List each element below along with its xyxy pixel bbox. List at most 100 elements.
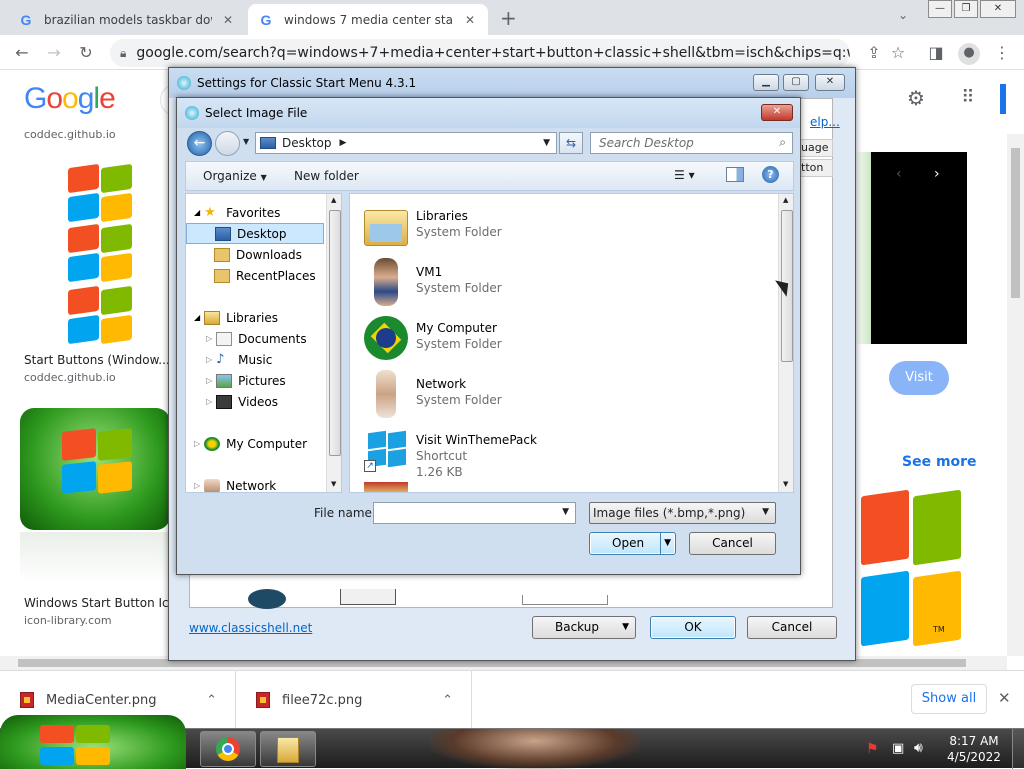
help-icon[interactable]: ? [762, 166, 779, 183]
nav-scrollbar[interactable]: ▲ ▼ [326, 194, 341, 492]
new-folder-button[interactable]: New folder [294, 169, 359, 183]
address-bar[interactable]: 🔒︎ google.com/search?q=windows+7+media+c… [110, 39, 850, 67]
column-header[interactable]: uage [798, 139, 833, 157]
clock[interactable]: 8:17 AM 4/5/2022 [944, 733, 1004, 765]
view-options-icon[interactable]: ☰ ▾ [674, 168, 695, 182]
breadcrumb-arrow-icon[interactable]: ▶ [340, 138, 347, 148]
download-item-filee72c[interactable]: filee72c.png ⌃ [236, 671, 472, 729]
refresh-icon[interactable]: ⇆ [559, 132, 583, 154]
new-tab-button[interactable]: + [500, 6, 517, 30]
result-title[interactable]: Windows Start Button Ic... [24, 596, 180, 610]
result-source[interactable]: coddec.github.io [24, 128, 116, 141]
result-source[interactable]: icon-library.com [24, 614, 112, 627]
tab-search-chevron-icon[interactable]: ⌄ [898, 8, 908, 22]
google-logo[interactable]: Google [24, 82, 116, 116]
settings-gear-icon[interactable]: ⚙ [906, 88, 926, 108]
file-item-visit-winthemepack[interactable]: ↗ Visit WinThemePack Shortcut 1.26 KB [362, 426, 537, 482]
file-item-vm1[interactable]: VM1 System Folder [362, 258, 502, 314]
classicshell-link[interactable]: www.classicshell.net [189, 621, 312, 635]
start-button-preview-icon[interactable] [522, 595, 608, 605]
preview-windows-logo[interactable]: TM [855, 485, 967, 650]
dropdown-arrow-icon[interactable]: ▼ [562, 507, 569, 517]
column-header[interactable]: tton [798, 159, 833, 177]
taskbar-explorer-button[interactable] [260, 731, 316, 767]
file-item-my-computer[interactable]: My Computer System Folder [362, 314, 502, 370]
network-tray-icon[interactable]: ▣ [892, 741, 904, 756]
apps-grid-icon[interactable]: ⠿ [958, 88, 978, 108]
close-button[interactable]: ✕ [761, 104, 793, 121]
close-button[interactable]: ✕ [815, 74, 845, 91]
nav-music[interactable]: ▷ ♪ Music [206, 349, 272, 370]
show-desktop-button[interactable] [1012, 729, 1024, 769]
forward-icon[interactable]: → [44, 43, 64, 63]
file-dialog-title-bar[interactable]: Select Image File [177, 98, 800, 128]
minimize-window-button[interactable]: — [928, 0, 952, 18]
nav-libraries[interactable]: ◢ Libraries [194, 307, 278, 328]
chevron-up-icon[interactable]: ⌃ [442, 693, 453, 708]
menu-dots-icon[interactable]: ⋮ [992, 43, 1012, 63]
organize-menu[interactable]: Organize ▼ [203, 169, 267, 183]
taskbar-chrome-button[interactable] [200, 731, 256, 767]
file-item-network[interactable]: Network System Folder [362, 370, 502, 426]
volume-icon[interactable]: 🔊︎ [914, 740, 923, 756]
backup-button[interactable]: Backup ▼ [532, 616, 636, 639]
file-name-input[interactable]: ▼ [373, 502, 576, 524]
prev-arrow-icon[interactable]: ‹ [896, 166, 902, 182]
show-all-button[interactable]: Show all [911, 684, 987, 714]
start-button-preview-icon[interactable] [340, 589, 396, 605]
open-button[interactable]: Open ▼ [589, 532, 676, 555]
path-dropdown-icon[interactable]: ▼ [543, 138, 550, 148]
file-type-select[interactable]: Image files (*.bmp,*.png) ▼ [589, 502, 776, 524]
nav-my-computer[interactable]: ▷ My Computer [194, 433, 307, 454]
nav-network[interactable]: ▷ Network [194, 475, 276, 492]
nav-pictures[interactable]: ▷ Pictures [206, 370, 286, 391]
tab-brazilian-models[interactable]: G brazilian models taskbar downlo ✕ [8, 4, 246, 35]
bookmark-star-icon[interactable]: ☆ [888, 43, 908, 63]
scrollbar-thumb[interactable] [329, 210, 341, 456]
ok-button[interactable]: OK [650, 616, 736, 639]
reload-icon[interactable]: ↻ [76, 43, 96, 63]
address-path-bar[interactable]: Desktop ▶ ▼ [255, 132, 557, 154]
see-more-link[interactable]: See more [902, 454, 977, 470]
forward-icon[interactable] [215, 131, 240, 156]
sign-in-button-edge[interactable] [1000, 84, 1006, 114]
next-arrow-icon[interactable]: › [934, 166, 940, 182]
nav-downloads[interactable]: Downloads [214, 244, 302, 265]
minimize-button[interactable]: ▁ [753, 74, 779, 91]
profile-avatar-icon[interactable]: ● [958, 43, 980, 65]
file-item-libraries[interactable]: Libraries System Folder [362, 202, 502, 258]
search-box[interactable]: Search Desktop ⌕ [590, 132, 793, 154]
nav-desktop[interactable]: Desktop [186, 223, 324, 244]
back-icon[interactable]: ← [12, 43, 32, 63]
start-button-preview-icon[interactable] [248, 589, 286, 609]
result-image-start-buttons[interactable] [20, 162, 162, 347]
close-window-button[interactable]: ✕ [980, 0, 1016, 18]
maximize-button[interactable]: ▢ [783, 74, 809, 91]
close-icon[interactable]: ✕ [220, 13, 236, 27]
result-source[interactable]: coddec.github.io [24, 371, 116, 384]
restore-window-button[interactable]: ❐ [954, 0, 978, 18]
action-center-flag-icon[interactable]: ⚑ [866, 741, 879, 757]
nav-documents[interactable]: ▷ Documents [206, 328, 307, 349]
chevron-up-icon[interactable]: ⌃ [206, 693, 217, 708]
history-dropdown-icon[interactable]: ▼ [243, 137, 249, 146]
result-title[interactable]: Start Buttons (Window... [24, 353, 170, 367]
dropdown-arrow-icon[interactable]: ▼ [664, 533, 671, 554]
back-icon[interactable]: ← [187, 131, 212, 156]
share-icon[interactable]: ⇪ [864, 43, 884, 63]
result-image-start-button-icon[interactable] [20, 408, 170, 530]
side-panel-icon[interactable]: ◨ [926, 43, 946, 63]
tab-windows7-media-center[interactable]: G windows 7 media center start bu ✕ [248, 4, 488, 35]
close-icon[interactable]: ✕ [462, 13, 478, 27]
visit-button[interactable]: Visit [889, 361, 949, 395]
start-button[interactable] [0, 715, 186, 769]
file-cancel-button[interactable]: Cancel [689, 532, 776, 555]
preview-pane-icon[interactable] [726, 167, 744, 182]
file-list-scrollbar[interactable]: ▲ ▼ [778, 194, 793, 492]
close-downloads-icon[interactable]: ✕ [998, 689, 1011, 707]
preview-image[interactable] [855, 152, 967, 344]
path-location[interactable]: Desktop [282, 136, 332, 150]
page-scrollbar[interactable] [1007, 134, 1024, 656]
nav-recent-places[interactable]: RecentPlaces [214, 265, 316, 286]
nav-videos[interactable]: ▷ Videos [206, 391, 278, 412]
